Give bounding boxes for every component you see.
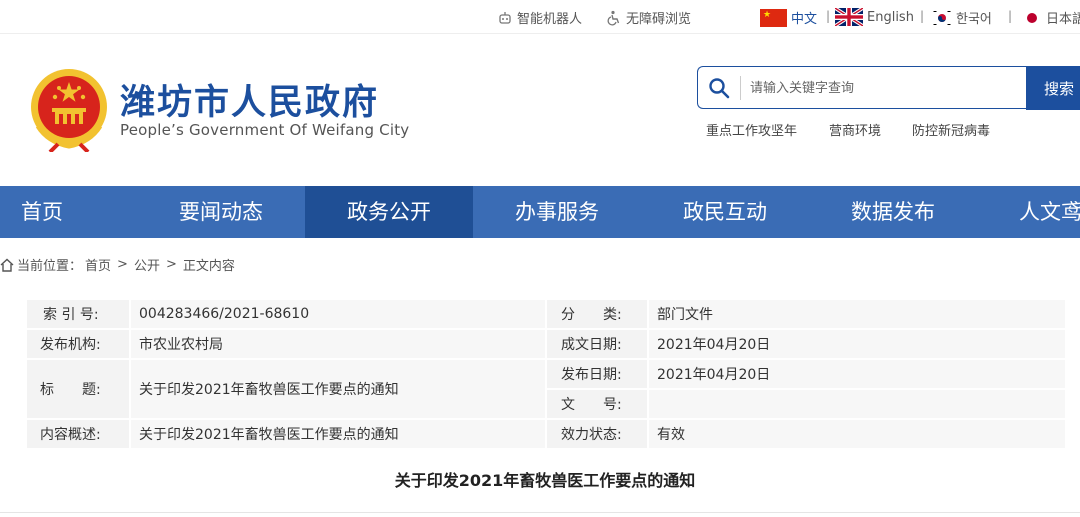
breadcrumb-prefix: 当前位置：: [17, 259, 83, 274]
summary-label: 内容概述:: [27, 420, 129, 448]
search-button[interactable]: 搜索: [1026, 66, 1080, 110]
index-value: 004283466/2021-68610: [131, 300, 545, 328]
search-divider: [740, 76, 741, 100]
lang-en-link[interactable]: English: [835, 8, 914, 26]
breadcrumb: 当前位置： 首页 > 公开 > 正文内容: [0, 255, 235, 274]
lang-separator: |: [1008, 9, 1013, 23]
lang-separator: |: [920, 9, 925, 23]
created-date-value: 2021年04月20日: [649, 330, 1065, 358]
breadcrumb-separator: >: [117, 257, 128, 272]
nav-item-culture[interactable]: 人文鸢都: [977, 186, 1080, 238]
nav-item-interaction[interactable]: 政民互动: [641, 186, 809, 238]
doc-number-label: 文 号:: [547, 390, 647, 418]
search-icon[interactable]: [708, 77, 730, 99]
robot-icon: [499, 11, 511, 24]
article-title: 关于印发2021年畜牧兽医工作要点的通知: [394, 471, 696, 490]
site-title[interactable]: 潍坊市人民政府: [120, 74, 379, 125]
lang-ja-link[interactable]: 日本語: [1022, 8, 1080, 27]
top-utility-bar: 智能机器人 无障碍浏览 ★ 中文 | English | 한국어 | 日本語: [0, 0, 1080, 34]
main-nav: 首页 要闻动态 政务公开 办事服务 政民互动 数据发布 人文鸢都: [0, 186, 1080, 238]
lang-ko-link[interactable]: 한국어: [932, 8, 992, 27]
robot-link[interactable]: 智能机器人: [497, 8, 582, 27]
lang-separator: |: [826, 9, 831, 23]
category-label: 分 类:: [547, 300, 647, 328]
uk-flag-icon: [835, 8, 863, 26]
org-value: 市农业农村局: [131, 330, 545, 358]
accessibility-icon: [607, 10, 620, 25]
nav-item-services[interactable]: 办事服务: [473, 186, 641, 238]
lang-zh-link[interactable]: ★ 中文: [760, 8, 817, 27]
breadcrumb-current: 正文内容: [182, 259, 235, 274]
breadcrumb-public[interactable]: 公开: [134, 255, 160, 274]
published-date-label: 发布日期:: [547, 360, 647, 388]
hot-link-covid[interactable]: 防控新冠病毒: [912, 120, 990, 139]
status-label: 效力状态:: [547, 420, 647, 448]
published-date-value: 2021年04月20日: [649, 360, 1065, 388]
nav-item-gov-open[interactable]: 政务公开: [305, 186, 473, 238]
org-label: 发布机构:: [27, 330, 129, 358]
title-value: 关于印发2021年畜牧兽医工作要点的通知: [131, 360, 545, 418]
index-label: 索 引 号:: [27, 300, 129, 328]
korea-flag-icon: [932, 8, 952, 27]
breadcrumb-home[interactable]: 首页: [85, 255, 111, 274]
category-value: 部门文件: [649, 300, 1065, 328]
japan-flag-icon: [1022, 8, 1042, 27]
hot-link-key-work[interactable]: 重点工作攻坚年: [706, 120, 797, 139]
lang-en-label: English: [867, 9, 914, 25]
nav-item-home[interactable]: 首页: [0, 186, 126, 238]
created-date-label: 成文日期:: [547, 330, 647, 358]
lang-zh-label: 中文: [791, 12, 818, 27]
title-label: 标 题:: [27, 360, 129, 418]
document-info-table: 索 引 号: 004283466/2021-68610 发布机构: 市农业农村局…: [27, 300, 1065, 448]
breadcrumb-separator: >: [165, 257, 177, 272]
search-box: [697, 66, 1027, 109]
doc-number-value: [649, 390, 1065, 418]
nav-item-news[interactable]: 要闻动态: [137, 186, 305, 238]
search-input[interactable]: [750, 75, 1020, 101]
summary-value: 关于印发2021年畜牧兽医工作要点的通知: [131, 420, 545, 448]
nav-item-data[interactable]: 数据发布: [809, 186, 977, 238]
lang-ko-label: 한국어: [956, 12, 992, 27]
national-emblem-logo[interactable]: [28, 66, 110, 152]
robot-label: 智能机器人: [517, 12, 583, 27]
status-value: 有效: [649, 420, 1065, 448]
lang-ja-label: 日本語: [1046, 12, 1080, 27]
divider: [0, 512, 1080, 513]
home-icon: [0, 258, 14, 272]
china-flag-icon: ★: [760, 8, 787, 27]
site-subtitle: People’s Government Of Weifang City: [120, 121, 410, 139]
accessible-label: 无障碍浏览: [626, 12, 692, 27]
accessible-link[interactable]: 无障碍浏览: [606, 8, 691, 27]
hot-link-business-env[interactable]: 营商环境: [829, 120, 881, 139]
